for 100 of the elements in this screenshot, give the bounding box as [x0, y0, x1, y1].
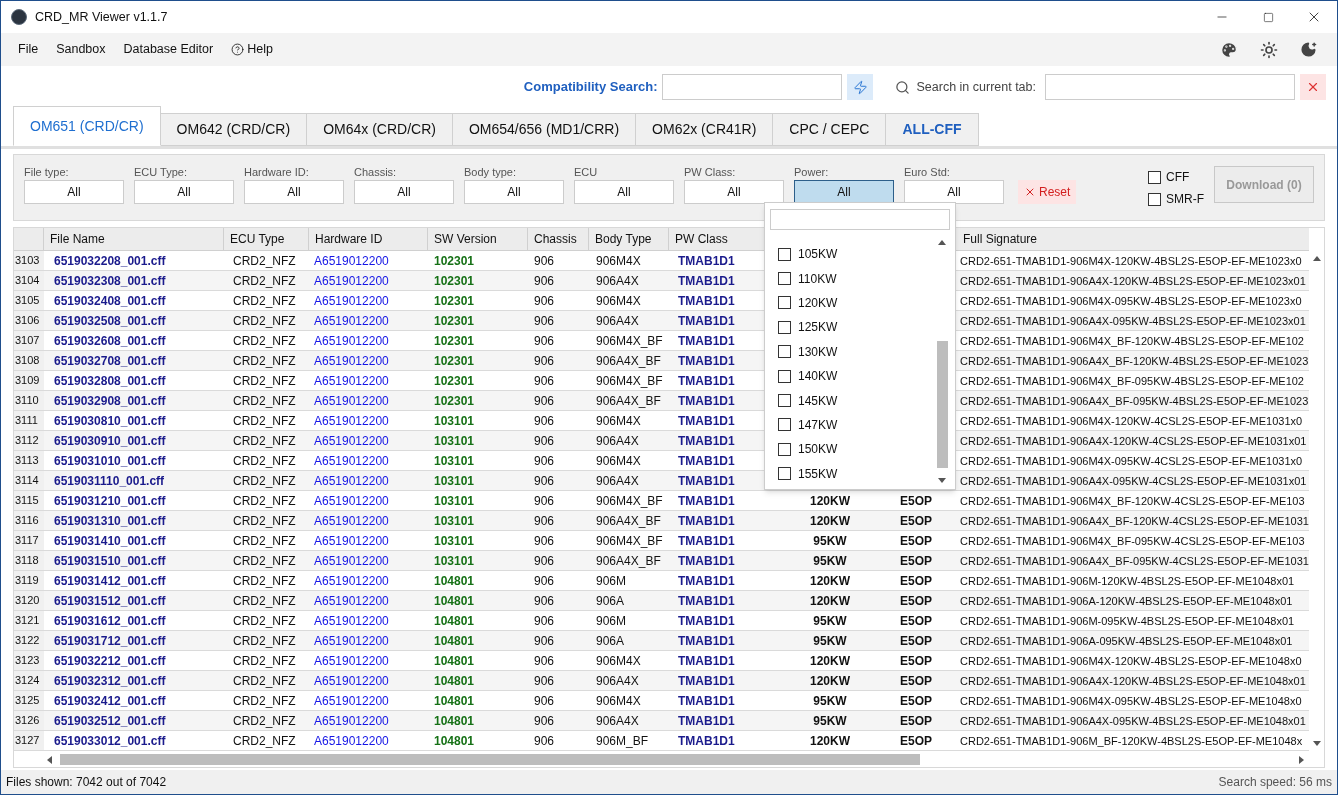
scrollbar-thumb[interactable]	[936, 341, 948, 468]
table-cell-text: 906M4X	[595, 452, 642, 470]
option-checkbox[interactable]	[778, 296, 791, 310]
table-row[interactable]: 3126 6519032512_001.cff CRD2_NFZ A6519012200 104801 906 906A4X TMAB1D1 95KW E5OP CRD2-651-TMAB1D1-906A4X-095KW-4BSL2S-E5OP-EF-ME1048x01	[14, 711, 1309, 731]
option-checkbox[interactable]	[778, 320, 791, 334]
column-header[interactable]: Body Type	[589, 228, 669, 250]
table-cell-text: 104801	[433, 672, 476, 690]
table-cell-text: 6519032608_001.cff	[53, 332, 167, 350]
table-cell-text: A6519012200	[313, 692, 390, 710]
menu-item[interactable]: Sandbox	[47, 36, 115, 63]
filter-dropdown[interactable]: All	[684, 180, 784, 204]
option-checkbox[interactable]	[778, 394, 791, 408]
option-checkbox[interactable]	[778, 345, 791, 359]
table-cell-text: 906A4X	[595, 312, 640, 330]
filter-dropdown[interactable]: All	[904, 180, 1004, 204]
menu-item[interactable]: Database Editor	[114, 36, 223, 63]
column-header[interactable]: Chassis	[528, 228, 589, 250]
table-row[interactable]: 3124 6519032312_001.cff CRD2_NFZ A6519012200 104801 906 906A4X TMAB1D1 120KW E5OP CRD2-651-TMAB1D1-906A4X-120KW-4BSL2S-E5OP-EF-ME1048x01	[14, 671, 1309, 691]
table-cell-text: 103101	[433, 532, 476, 550]
table-cell-text: 906M4X	[595, 652, 642, 670]
filter-dropdown[interactable]: All	[464, 180, 564, 204]
row-number: 3126	[14, 711, 44, 730]
filter-dropdown[interactable]: All	[354, 180, 454, 204]
filter-dropdown[interactable]: All	[134, 180, 234, 204]
table-row[interactable]: 3125 6519032412_001.cff CRD2_NFZ A6519012200 104801 906 906M4X TMAB1D1 95KW E5OP CRD2-651-TMAB1D1-906M4X-095KW-4BSL2S-E5OP-EF-ME1048x0	[14, 691, 1309, 711]
filter-dropdown[interactable]: All	[574, 180, 674, 204]
scroll-up-icon[interactable]	[938, 240, 946, 245]
lightning-button[interactable]	[847, 74, 874, 100]
tab[interactable]: CPC / CEPC	[773, 113, 887, 146]
table-row[interactable]: 3116 6519031310_001.cff CRD2_NFZ A6519012200 103101 906 906A4X_BF TMAB1D1 120KW E5OP CRD2-651-TMAB1D1-906A4X_BF-120KW-4CSL2S-E5OP-EF-ME1031	[14, 511, 1309, 531]
table-cell-text: 102301	[433, 372, 476, 390]
tab[interactable]: OM64x (CRD/CR)	[307, 113, 453, 146]
table-row[interactable]: 3117 6519031410_001.cff CRD2_NFZ A6519012200 103101 906 906M4X_BF TMAB1D1 95KW E5OP CRD2-651-TMAB1D1-906M4X_BF-095KW-4CSL2S-E5OP-EF-ME103	[14, 531, 1309, 551]
option-checkbox[interactable]	[778, 272, 791, 286]
table-cell: CRD2-651-TMAB1D1-906M4X-120KW-4CSL2S-E5OP-EF-ME1031x0	[960, 414, 1303, 427]
reset-button[interactable]: Reset	[1018, 180, 1077, 204]
sun-icon[interactable]	[1260, 40, 1278, 59]
table-cell-text: TMAB1D1	[677, 672, 736, 690]
column-header[interactable]: Full Signature	[957, 228, 1309, 250]
table-cell-text: 906	[533, 532, 556, 550]
compatibility-search-field[interactable]	[662, 74, 843, 100]
tab-search-field[interactable]	[1045, 74, 1295, 100]
tab[interactable]: OM654/656 (MD1/CRR)	[452, 113, 637, 146]
menu-item[interactable]: Help	[222, 36, 282, 63]
table-row[interactable]: 3115 6519031210_001.cff CRD2_NFZ A6519012200 103101 906 906M4X_BF TMAB1D1 120KW E5OP CRD2-651-TMAB1D1-906M4X_BF-120KW-4CSL2S-E5OP-EF-ME103	[14, 491, 1309, 511]
scroll-down-icon[interactable]	[1312, 741, 1321, 746]
option-checkbox[interactable]	[778, 369, 791, 383]
table-cell-text: TMAB1D1	[677, 572, 736, 590]
option-label[interactable]: 120KW	[798, 293, 838, 312]
filter-label: Hardware ID:	[244, 165, 310, 180]
column-header[interactable]: File Name	[44, 228, 224, 250]
table-row[interactable]: 3123 6519032212_001.cff CRD2_NFZ A6519012200 104801 906 906M4X TMAB1D1 120KW E5OP CRD2-651-TMAB1D1-906M4X-120KW-4BSL2S-E5OP-EF-ME1048x0	[14, 651, 1309, 671]
table-cell-text: 906A4X_BF	[595, 392, 662, 410]
scroll-left-icon[interactable]	[47, 755, 52, 764]
moon-icon[interactable]	[1300, 41, 1317, 58]
table-row[interactable]: 3122 6519031712_001.cff CRD2_NFZ A6519012200 104801 906 906A TMAB1D1 95KW E5OP CRD2-651-TMAB1D1-906A-095KW-4BSL2S-E5OP-EF-ME1048x01	[14, 631, 1309, 651]
dropdown-search-field[interactable]	[770, 209, 950, 230]
menu-item[interactable]: File	[9, 36, 48, 63]
filter-dropdown[interactable]: All	[794, 180, 894, 204]
column-header[interactable]: ECU Type	[224, 228, 309, 250]
option-label[interactable]: 110KW	[798, 269, 837, 288]
scroll-up-icon[interactable]	[1312, 256, 1321, 261]
column-header[interactable]: Hardware ID	[309, 228, 428, 250]
table-cell-text: CRD2_NFZ	[232, 352, 297, 370]
table-cell-text: 103101	[433, 432, 476, 450]
scrollbar-thumb[interactable]	[60, 754, 920, 765]
scroll-down-icon[interactable]	[938, 478, 946, 483]
table-cell-text: A6519012200	[313, 632, 390, 650]
tab[interactable]: OM62x (CR41R)	[636, 113, 774, 146]
table-row[interactable]: 3118 6519031510_001.cff CRD2_NFZ A6519012200 103101 906 906A4X_BF TMAB1D1 95KW E5OP CRD2-651-TMAB1D1-906A4X_BF-095KW-4CSL2S-E5OP-EF-ME1031	[14, 551, 1309, 571]
table-cell-text: TMAB1D1	[677, 372, 736, 390]
option-checkbox[interactable]	[778, 442, 791, 456]
table-cell-text: A6519012200	[313, 432, 390, 450]
option-checkbox[interactable]	[778, 418, 791, 432]
tab[interactable]: OM642 (CRD/CR)	[160, 113, 308, 146]
option-checkbox[interactable]	[778, 467, 791, 481]
option-label[interactable]: 145KW	[798, 391, 838, 410]
column-header[interactable]: SW Version	[428, 228, 528, 250]
option-checkbox[interactable]	[778, 247, 791, 261]
table-cell-text: CRD2_NFZ	[232, 292, 297, 310]
filter-dropdown[interactable]: All	[24, 180, 124, 204]
table-row[interactable]: 3119 6519031412_001.cff CRD2_NFZ A6519012200 104801 906 906M TMAB1D1 120KW E5OP CRD2-651-TMAB1D1-906M-120KW-4BSL2S-E5OP-EF-ME1048x01	[14, 571, 1309, 591]
clear-search-button[interactable]	[1300, 74, 1326, 100]
table-row[interactable]: 3120 6519031512_001.cff CRD2_NFZ A6519012200 104801 906 906A TMAB1D1 120KW E5OP CRD2-651-TMAB1D1-906A-120KW-4BSL2S-E5OP-EF-ME1048x01	[14, 591, 1309, 611]
table-cell-text: 120KW	[810, 592, 850, 610]
table-row[interactable]: 3127 6519033012_001.cff CRD2_NFZ A6519012200 104801 906 906M_BF TMAB1D1 120KW E5OP CRD2-651-TMAB1D1-906M_BF-120KW-4BSL2S-E5OP-EF-ME1048x	[14, 731, 1309, 751]
filter-dropdown[interactable]: All	[244, 180, 344, 204]
tab[interactable]: ALL-CFF	[886, 113, 979, 146]
option-checkbox[interactable]	[1148, 170, 1161, 184]
table-row[interactable]: 3121 6519031612_001.cff CRD2_NFZ A6519012200 104801 906 906M TMAB1D1 95KW E5OP CRD2-651-TMAB1D1-906M-095KW-4BSL2S-E5OP-EF-ME1048x01	[14, 611, 1309, 631]
table-cell-text: 906	[533, 472, 556, 490]
table-cell-text: 102301	[433, 252, 476, 270]
tab[interactable]: OM651 (CRD/CR)	[13, 106, 161, 146]
table-cell: E5OP	[900, 513, 932, 528]
option-checkbox[interactable]	[1148, 192, 1161, 206]
palette-icon[interactable]	[1220, 40, 1238, 59]
option-label[interactable]: 147KW	[798, 415, 838, 434]
table-cell: CRD2-651-TMAB1D1-906M4X-120KW-4BSL2S-E5OP-EF-ME1023x0	[960, 254, 1302, 267]
scroll-right-icon[interactable]	[1299, 755, 1304, 764]
table-cell-text: TMAB1D1	[677, 452, 736, 470]
